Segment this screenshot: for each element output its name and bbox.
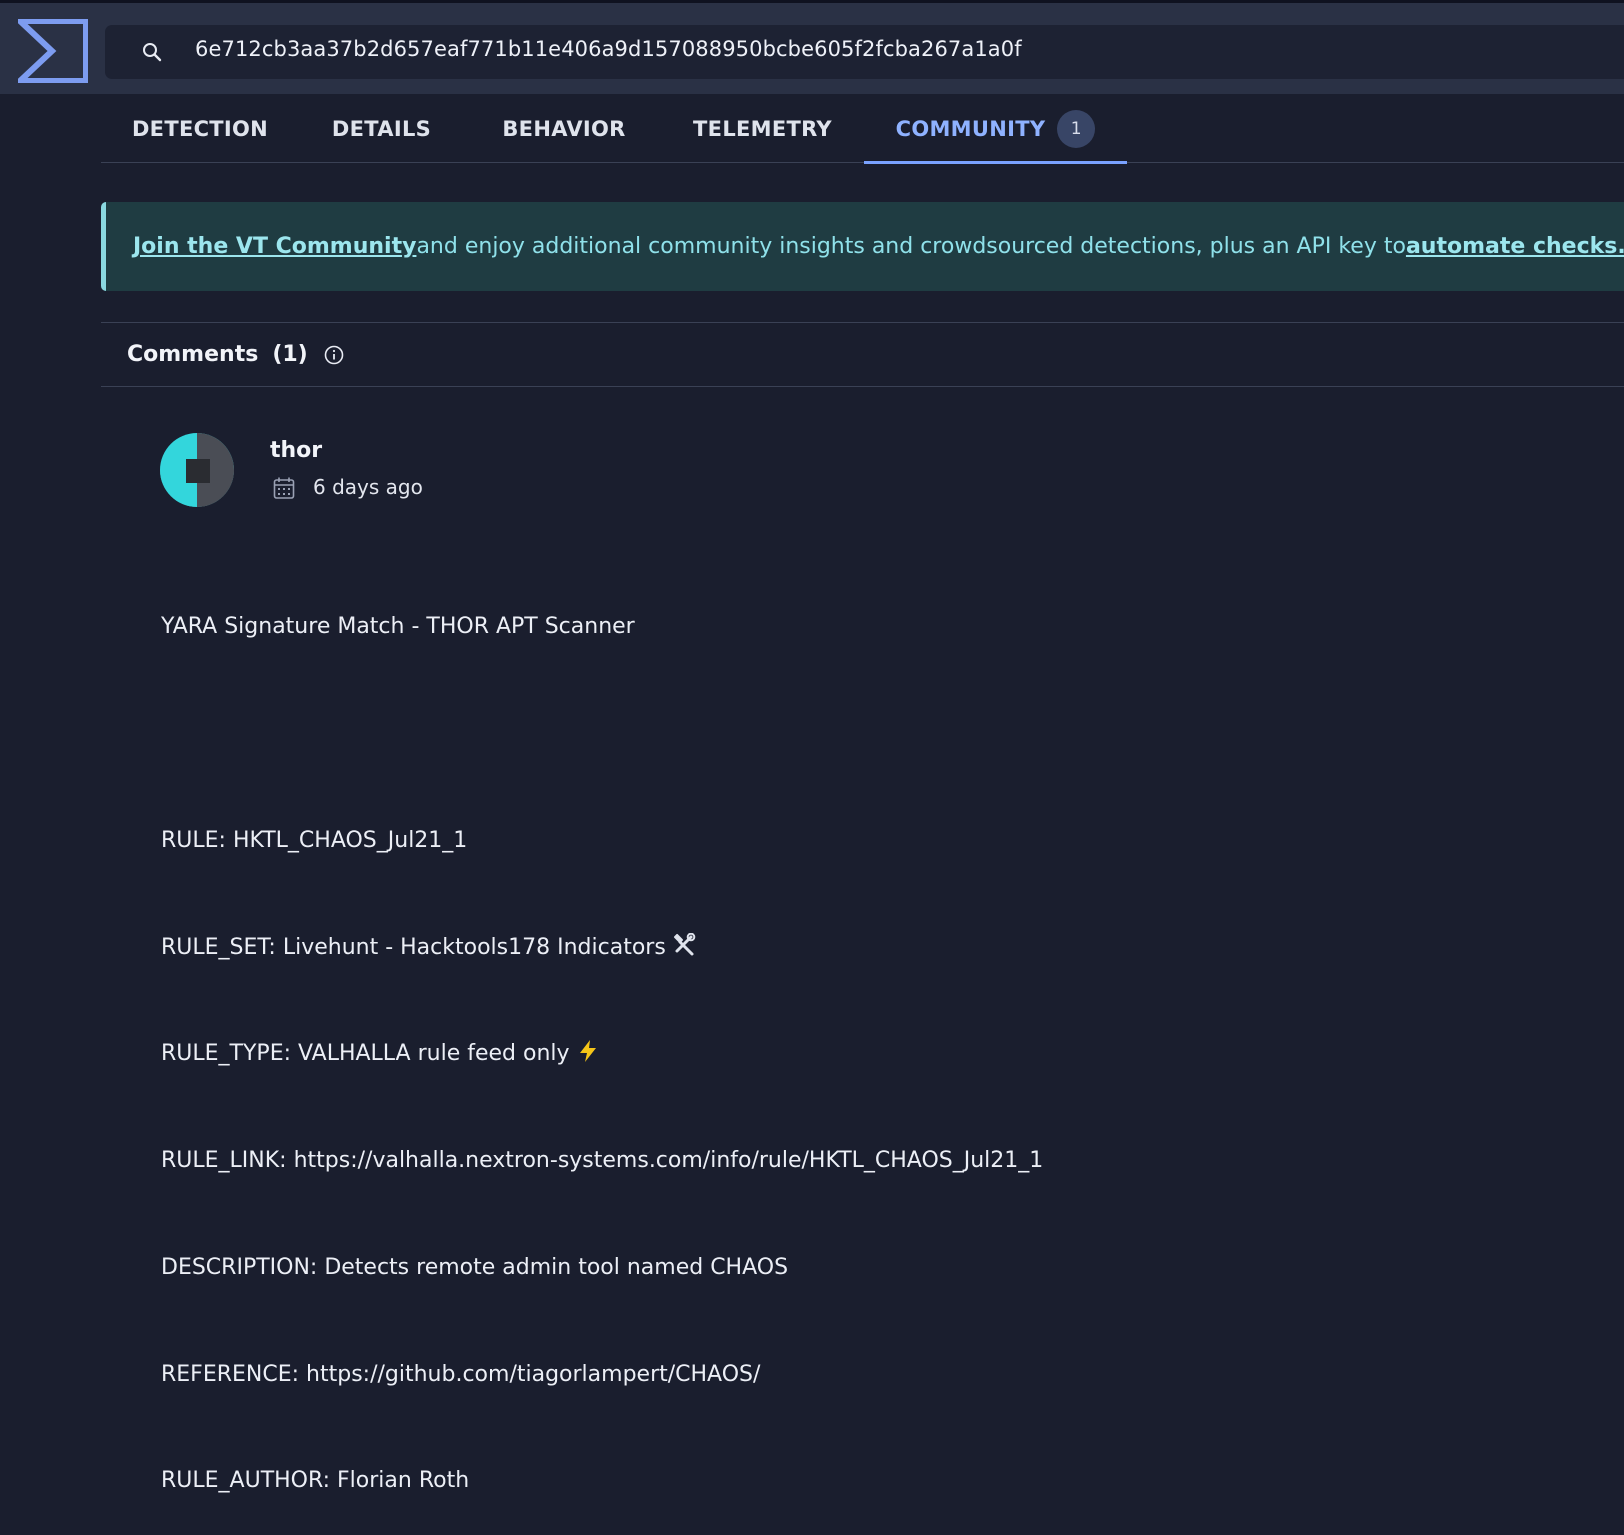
avatar[interactable]	[160, 433, 234, 507]
comment-line: RULE_TYPE: VALHALLA rule feed only	[161, 1036, 1043, 1072]
comments-header: Comments (1)	[101, 322, 1624, 387]
tab-details[interactable]: DETAILS	[332, 94, 431, 163]
banner-text: and enjoy additional community insights …	[416, 234, 1406, 259]
automate-checks-link[interactable]: automate checks.	[1406, 234, 1624, 259]
community-banner: Join the VT Community and enjoy addition…	[101, 202, 1624, 291]
tab-detection[interactable]: DETECTION	[132, 94, 268, 163]
join-community-link[interactable]: Join the VT Community	[133, 234, 416, 259]
comment-line: REFERENCE: https://github.com/tiagorlamp…	[161, 1361, 761, 1387]
tab-label: DETECTION	[131, 116, 269, 141]
search-icon[interactable]	[141, 41, 163, 63]
comment-line: RULE_LINK: https://valhalla.nextron-syst…	[161, 1148, 1044, 1174]
tab-telemetry[interactable]: TELEMETRY	[693, 94, 832, 163]
info-icon[interactable]	[324, 345, 344, 365]
comment-line	[161, 716, 1043, 752]
search-bar[interactable]: 6e712cb3aa37b2d657eaf771b11e406a9d157088…	[105, 25, 1624, 79]
comment-line: RULE: HKTL_CHAOS_Jul21_1	[161, 827, 468, 853]
tab-label: COMMUNITY	[895, 116, 1046, 141]
hammer-wrench-icon	[673, 932, 696, 956]
virustotal-logo[interactable]	[18, 19, 88, 83]
comment-line-text: RULE_SET: Livehunt - Hacktools178 Indica…	[161, 934, 666, 960]
search-input[interactable]: 6e712cb3aa37b2d657eaf771b11e406a9d157088…	[195, 37, 1022, 61]
tab-label: DETAILS	[331, 116, 432, 141]
comment-line: YARA Signature Match - THOR APT Scanner	[161, 614, 635, 640]
tab-bar: DETECTION DETAILS BEHAVIOR TELEMETRY COM…	[101, 94, 1624, 164]
tab-community[interactable]: COMMUNITY 1	[864, 94, 1127, 164]
comment-author[interactable]: thor	[270, 438, 322, 463]
comment-body: YARA Signature Match - THOR APT Scanner …	[161, 538, 1043, 1535]
top-bar: 6e712cb3aa37b2d657eaf771b11e406a9d157088…	[0, 0, 1624, 94]
comment-line: RULE_AUTHOR: Florian Roth	[161, 1468, 470, 1494]
comment-line: RULE_SET: Livehunt - Hacktools178 Indica…	[161, 930, 1043, 966]
calendar-icon	[273, 477, 295, 499]
lightning-icon	[579, 1040, 596, 1063]
comment-timestamp: 6 days ago	[313, 475, 423, 499]
tab-label: BEHAVIOR	[502, 116, 626, 141]
comment-line: DESCRIPTION: Detects remote admin tool n…	[161, 1254, 789, 1280]
comment-line-text: RULE_TYPE: VALHALLA rule feed only	[161, 1041, 570, 1067]
comments-count: (1)	[272, 342, 308, 367]
tab-behavior[interactable]: BEHAVIOR	[502, 94, 625, 163]
comments-title: Comments	[127, 342, 259, 367]
community-count-badge: 1	[1057, 109, 1096, 148]
tab-label: TELEMETRY	[693, 116, 832, 141]
